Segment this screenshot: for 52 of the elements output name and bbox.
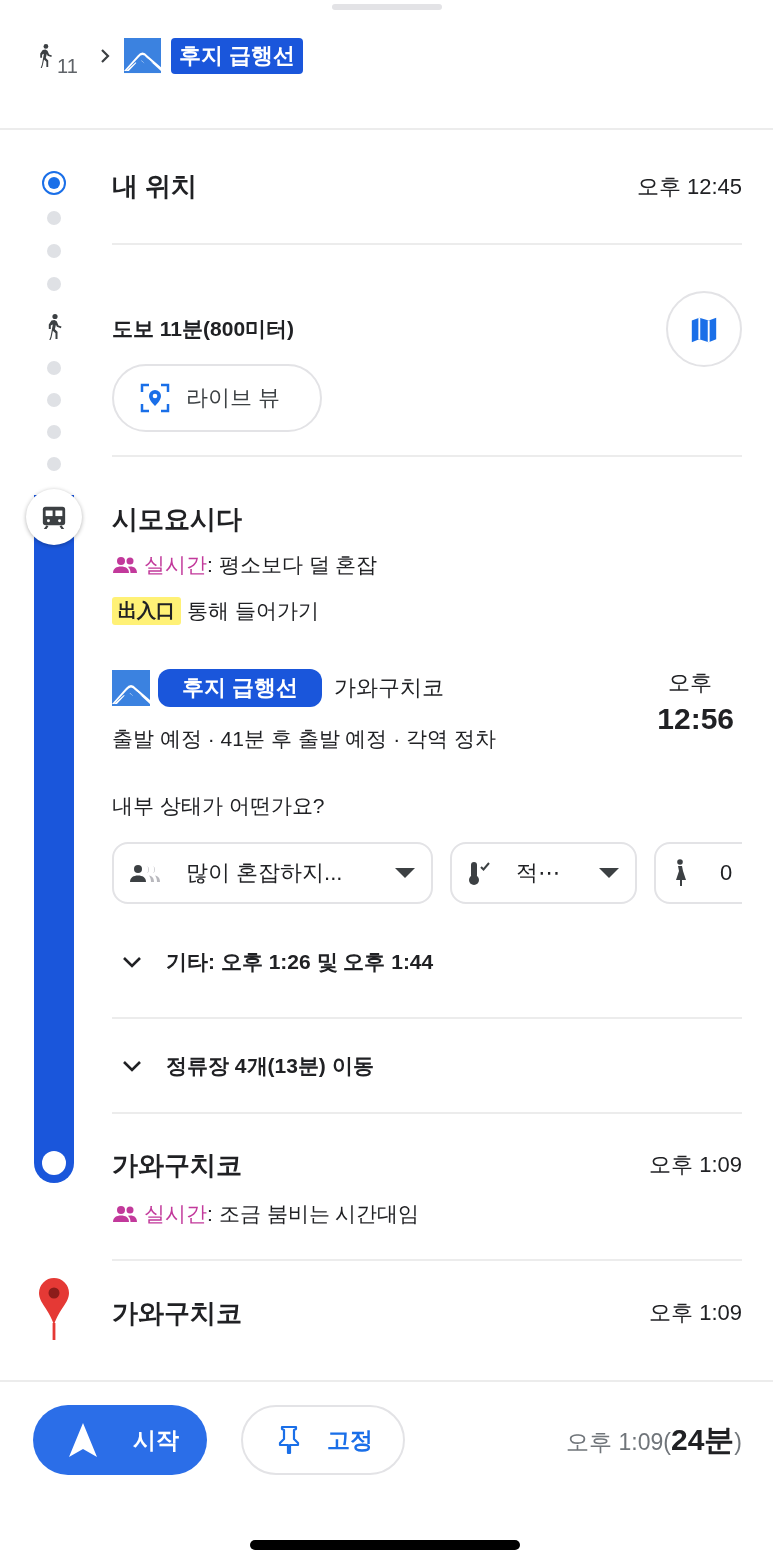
route-dot <box>47 277 61 291</box>
entrance-text: 통해 들어가기 <box>187 598 319 624</box>
station-name: 시모요시다 <box>112 503 243 536</box>
feedback-dropdown[interactable]: 적⋯ <box>450 842 637 904</box>
chevron-right-icon <box>99 48 110 64</box>
walk-info: 도보 11분(800미터) <box>112 316 296 342</box>
mountain-logo-icon <box>123 38 161 74</box>
route-dot <box>47 393 61 407</box>
place-name: 내 위치 <box>112 170 198 203</box>
feedback-dropdown[interactable]: 0 <box>654 842 742 904</box>
live-view-button[interactable]: 라이브 뷰 <box>112 364 322 432</box>
arrival-estimate: 오후 1:09(24분) <box>566 1421 742 1458</box>
expand-row[interactable]: 정류장 4개(13분) 이동 <box>112 1019 742 1114</box>
dropdown-caret-icon <box>599 868 619 878</box>
route-dot <box>47 425 61 439</box>
route-dot <box>47 244 61 258</box>
line-badge: 후지 급행선 <box>158 669 323 707</box>
route-dot <box>47 211 61 225</box>
pushpin-icon <box>277 1425 301 1455</box>
drag-handle[interactable] <box>332 4 442 10</box>
route-dot <box>47 361 61 375</box>
feedback-dropdown[interactable]: 많이 혼잡하지... <box>112 842 433 904</box>
line-badge: 후지 급행선 <box>170 38 303 74</box>
crowd-icon <box>130 863 162 883</box>
arrival-time: 오후 1:09 <box>649 1151 742 1179</box>
start-button[interactable]: 시작 <box>33 1405 207 1475</box>
live-view-icon <box>140 383 170 413</box>
time-label: 오후 1:09 <box>649 1299 742 1327</box>
thermometer-icon <box>468 860 490 886</box>
time-label: 오후 12:45 <box>636 172 742 201</box>
entrance-tag: 出入口 <box>112 597 181 625</box>
my-location-icon <box>42 171 66 195</box>
departure-time: 12:56 <box>657 702 734 736</box>
mountain-logo-icon <box>112 670 150 706</box>
pin-button[interactable]: 고정 <box>241 1405 405 1475</box>
direction-label: 가와구치코 <box>334 674 445 702</box>
question-text: 내부 상태가 어떤가요? <box>112 793 326 819</box>
time-period: 오후 <box>668 669 713 697</box>
route-dot <box>47 457 61 471</box>
people-icon <box>112 555 138 575</box>
crowd-status: 실시간: 평소보다 덜 혼잡 <box>144 552 378 578</box>
stop-marker <box>42 1151 66 1175</box>
navigation-arrow-icon <box>69 1423 97 1457</box>
station-name: 가와구치코 <box>112 1149 242 1182</box>
expand-row[interactable]: 기타: 오후 1:26 및 오후 1:44 <box>112 906 742 1019</box>
departure-info: 출발 예정 · 41분 후 출발 예정 · 각역 정차 <box>112 726 497 752</box>
dropdown-caret-icon <box>395 868 415 878</box>
place-name: 가와구치코 <box>112 1296 242 1330</box>
crowd-status: 실시간: 조금 붐비는 시간대임 <box>144 1201 420 1227</box>
location-pin-icon <box>38 1278 70 1340</box>
people-icon <box>112 1204 138 1224</box>
walk-minutes: 11 <box>57 55 78 78</box>
